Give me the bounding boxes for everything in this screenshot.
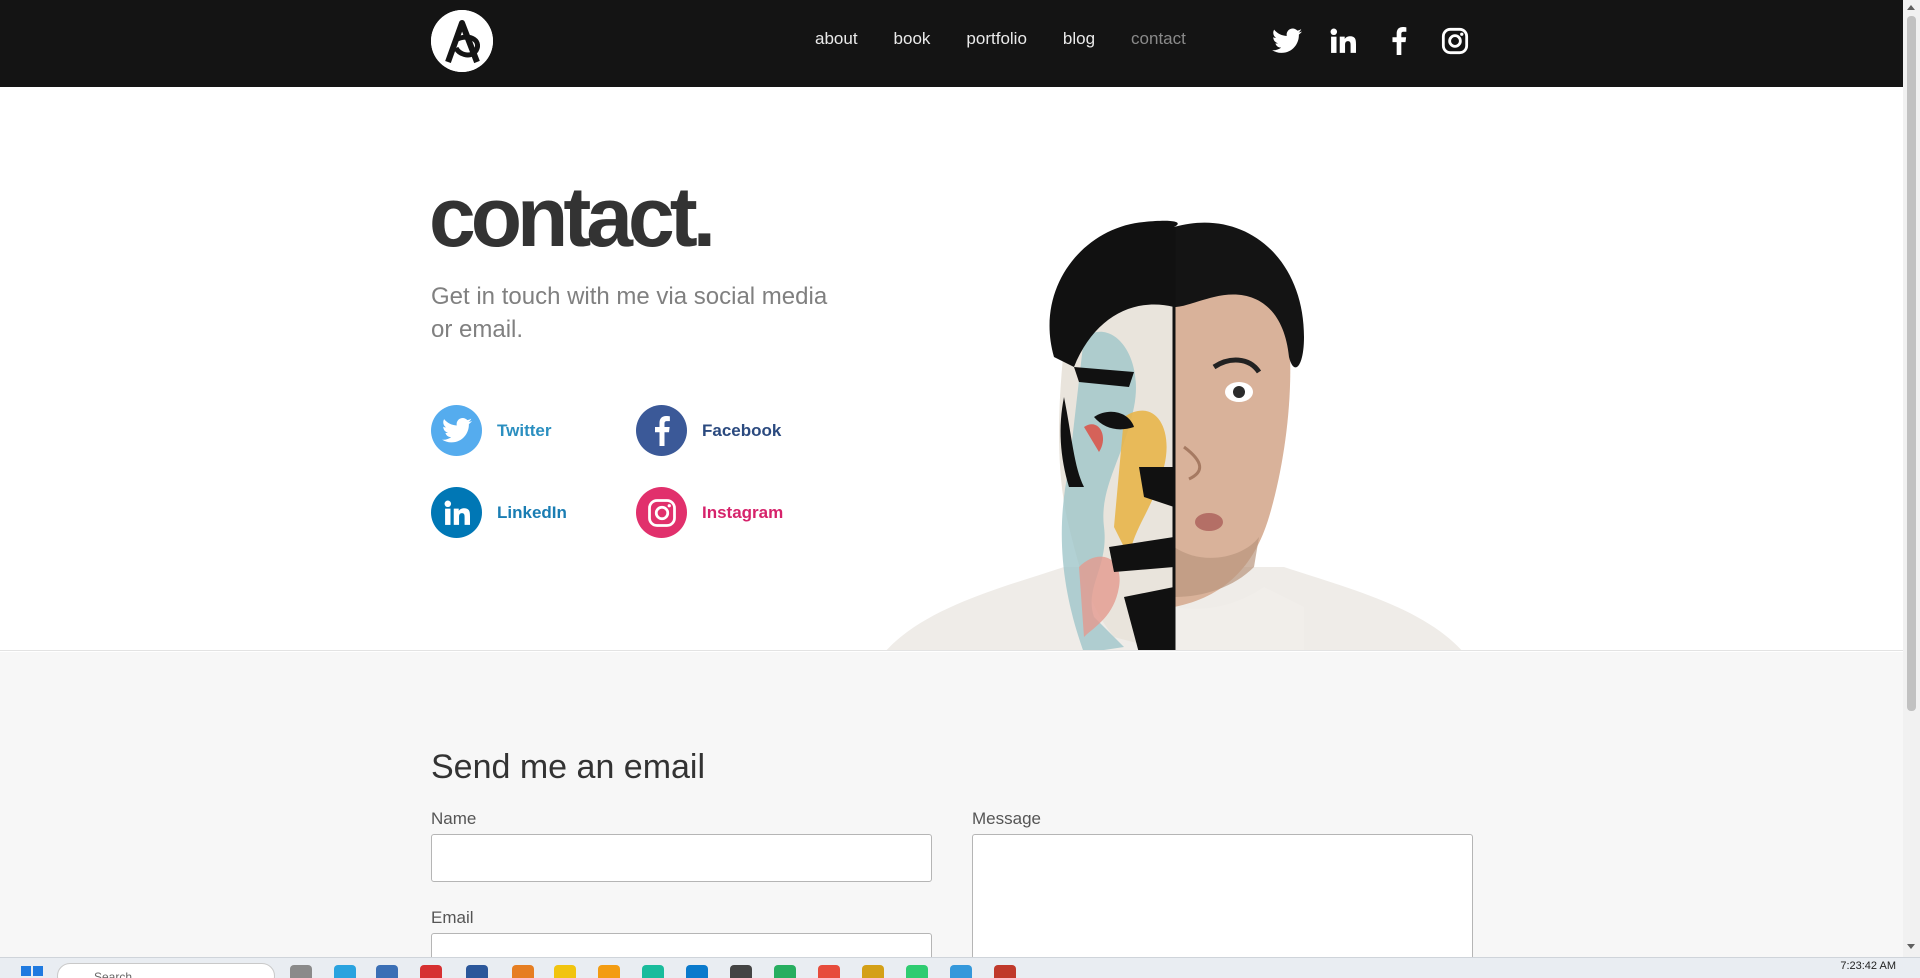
instagram-icon [636,487,687,538]
nav-link-about[interactable]: about [815,29,858,49]
twitter-icon[interactable] [1270,24,1304,58]
header-social-links [1270,24,1494,58]
telegram-icon[interactable] [334,965,356,978]
message-textarea[interactable] [972,834,1473,974]
page-subtitle: Get in touch with me via social media or… [431,283,828,343]
opera-icon[interactable] [420,965,442,978]
main-nav: about book portfolio blog contact [815,29,1222,49]
scroll-up-arrow-icon[interactable] [1907,5,1915,10]
twitter-label: Twitter [497,420,552,440]
email-form-section: Send me an email Name Email Message [0,652,1903,974]
linkedin-icon[interactable] [1326,24,1360,58]
app-icon-6[interactable] [906,965,928,978]
email-label: Email [431,908,474,927]
linkedin-label: LinkedIn [497,502,567,522]
app-icon-3[interactable] [598,965,620,978]
word-icon[interactable] [466,965,488,978]
contact-link-twitter[interactable]: Twitter [431,405,551,456]
name-label: Name [431,809,477,828]
page-scrollbar[interactable] [1903,0,1920,957]
app-icon-7[interactable] [994,965,1016,978]
instagram-label: Instagram [702,502,784,522]
file-explorer-icon[interactable] [554,965,576,978]
nav-link-book[interactable]: book [894,29,931,49]
message-label: Message [972,809,1041,828]
facebook-icon [636,405,687,456]
edge-icon[interactable] [642,965,664,978]
contact-hero: contact. Get in touch with me via social… [0,87,1903,651]
name-input[interactable] [431,834,932,882]
chrome-icon[interactable] [818,965,840,978]
facebook-label: Facebook [702,420,782,440]
os-taskbar: Search 7:23:42 AM [0,957,1920,978]
app-icon-5[interactable] [862,965,884,978]
instagram-icon[interactable] [1438,24,1472,58]
linkedin-icon [431,487,482,538]
taskbar-search-box[interactable]: Search [57,963,275,978]
nav-link-contact[interactable]: contact [1131,29,1186,49]
scroll-down-arrow-icon[interactable] [1907,944,1915,949]
twitter-icon [431,405,482,456]
scrollbar-thumb[interactable] [1907,16,1916,711]
contact-link-facebook[interactable]: Facebook [636,405,781,456]
portrait-image [886,220,1462,650]
nav-link-blog[interactable]: blog [1063,29,1095,49]
page-title: contact. [429,170,716,264]
nav-link-portfolio[interactable]: portfolio [966,29,1026,49]
app-icon-2[interactable] [512,965,534,978]
app-icon-1[interactable] [376,965,398,978]
app-icon-4[interactable] [774,965,796,978]
windows-start-icon[interactable] [20,965,44,978]
top-nav-bar: about book portfolio blog contact [0,0,1903,87]
contact-link-linkedin[interactable]: LinkedIn [431,487,567,538]
form-heading: Send me an email [431,748,706,786]
notepad-icon[interactable] [950,965,972,978]
contact-link-instagram[interactable]: Instagram [636,487,783,538]
task-view-icon[interactable] [290,965,312,978]
site-logo[interactable] [431,10,493,72]
facebook-icon[interactable] [1382,24,1416,58]
vscode-icon[interactable] [686,965,708,978]
terminal-icon[interactable] [730,965,752,978]
system-clock[interactable]: 7:23:42 AM [1840,960,1896,972]
